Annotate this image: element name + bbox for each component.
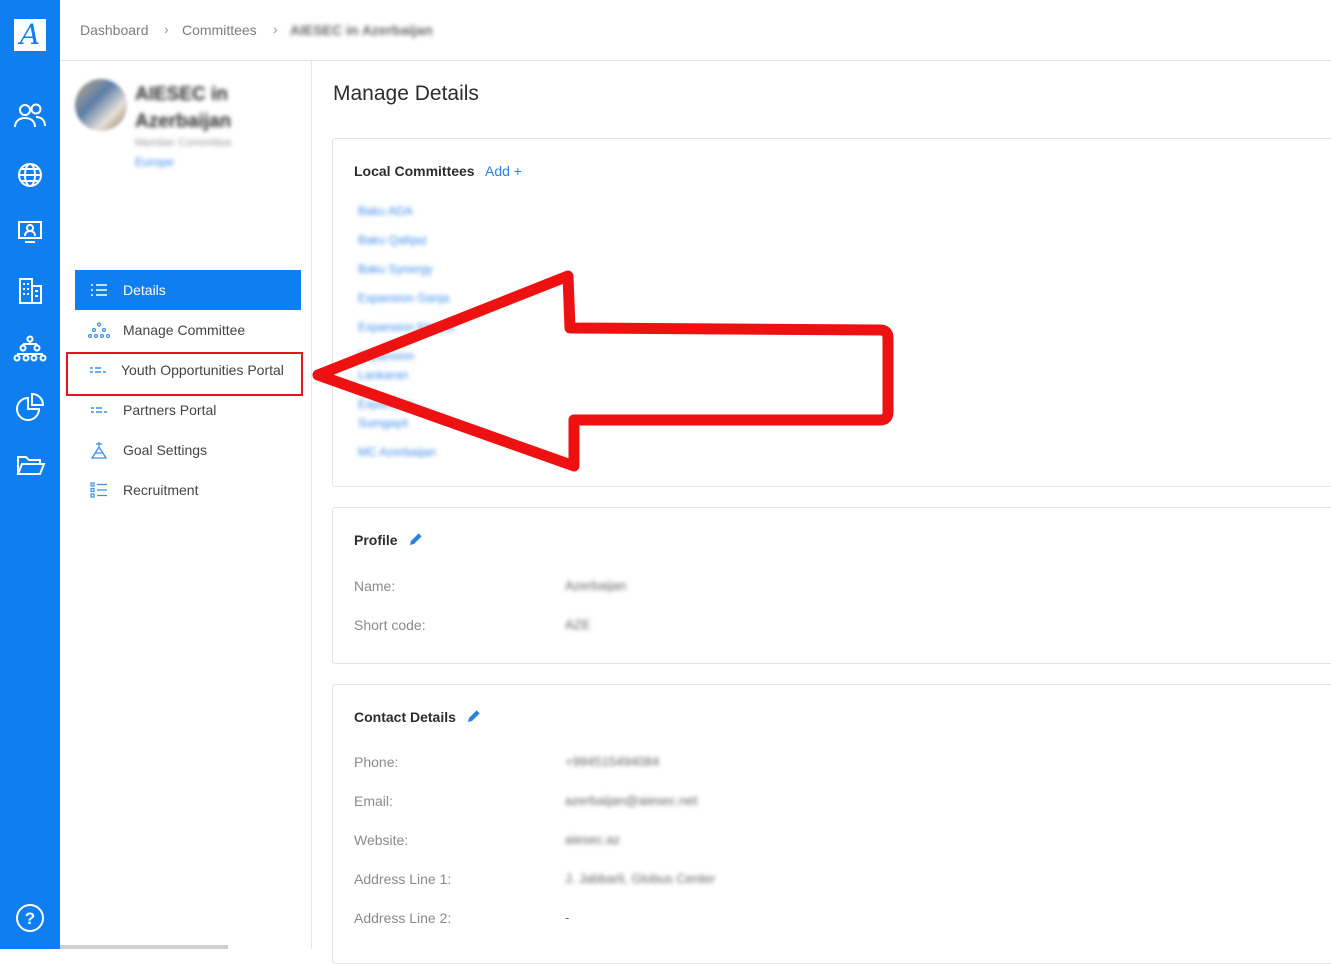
menu-item-label: Manage Committee <box>123 322 246 338</box>
field-value: J. Jabbarli, Globus Center <box>565 871 716 886</box>
committee-region[interactable]: Europe <box>135 155 174 169</box>
field-label: Address Line 1: <box>354 871 452 887</box>
menu-item-label: Details <box>123 282 166 298</box>
contact-details-card: Contact Details Phone: +994515494084 Ema… <box>332 684 1331 964</box>
field-label: Address Line 2: <box>354 910 452 926</box>
field-value: +994515494084 <box>565 754 660 769</box>
field-label: Email: <box>354 793 393 809</box>
add-local-committee-link[interactable]: Add + <box>485 163 522 179</box>
breadcrumb-separator: › <box>273 21 278 37</box>
local-committee-link[interactable]: Baku ADA <box>358 204 413 218</box>
menu-item-label: Partners Portal <box>123 402 217 418</box>
committee-name: AIESEC in Azerbaijan <box>135 84 232 132</box>
partners-portal-icon <box>75 406 123 414</box>
recruitment-icon <box>75 482 123 498</box>
breadcrumb-committees[interactable]: Committees <box>182 22 257 38</box>
menu-item-label: Recruitment <box>123 482 199 498</box>
youth-opportunities-portal-highlight <box>66 352 303 396</box>
globe-icon[interactable] <box>12 157 48 193</box>
menu-item-partners-portal[interactable]: Partners Portal <box>75 390 301 430</box>
field-value: - <box>565 910 570 925</box>
profile-heading: Profile <box>354 532 398 548</box>
folder-open-icon[interactable] <box>12 447 48 483</box>
manage-committee-icon <box>75 322 123 338</box>
annotation-arrow <box>312 270 894 472</box>
committee-panel: AIESEC in Azerbaijan Member Committee Eu… <box>60 61 312 949</box>
breadcrumb-current: AIESEC in Azerbaijan <box>290 22 433 38</box>
field-value: aiesec.az <box>565 832 620 847</box>
monitor-person-icon[interactable] <box>12 214 48 250</box>
app-logo[interactable]: A <box>14 19 46 51</box>
breadcrumb: Dashboard › Committees › AIESEC in Azerb… <box>60 0 1331 61</box>
field-label: Phone: <box>354 754 399 770</box>
org-chart-icon[interactable] <box>12 331 48 367</box>
details-list-icon <box>75 283 123 297</box>
menu-item-manage-committee[interactable]: Manage Committee <box>75 310 301 350</box>
committee-avatar <box>75 79 127 131</box>
field-label: Website: <box>354 832 409 848</box>
help-icon[interactable]: ? <box>12 900 48 936</box>
goal-settings-icon <box>75 441 123 459</box>
pie-chart-icon[interactable] <box>12 389 48 425</box>
breadcrumb-dashboard[interactable]: Dashboard <box>80 22 149 38</box>
profile-card: Profile Name: Azerbaijan Short code: AZE <box>332 507 1331 664</box>
field-value: Azerbaijan <box>565 578 627 593</box>
field-value: azerbaijan@aiesec.net <box>565 793 698 808</box>
horizontal-scrollbar[interactable] <box>60 945 228 949</box>
breadcrumb-separator: › <box>164 21 169 37</box>
building-icon[interactable] <box>12 273 48 309</box>
field-label: Name: <box>354 578 396 594</box>
edit-pencil-icon[interactable] <box>466 708 482 724</box>
app-rail: A ? <box>0 0 60 949</box>
committee-type: Member Committee <box>135 137 232 149</box>
field-value: AZE <box>565 617 591 632</box>
menu-item-goal-settings[interactable]: Goal Settings <box>75 430 301 470</box>
local-committees-heading: Local Committees <box>354 163 475 179</box>
help-label: ? <box>25 909 35 928</box>
field-label: Short code: <box>354 617 426 633</box>
page-title: Manage Details <box>333 82 479 105</box>
menu-item-recruitment[interactable]: Recruitment <box>75 470 301 510</box>
local-committee-link[interactable]: Baku Qafqaz <box>358 233 427 247</box>
edit-pencil-icon[interactable] <box>408 531 424 547</box>
contact-details-heading: Contact Details <box>354 709 456 725</box>
menu-item-details[interactable]: Details <box>75 270 301 310</box>
menu-item-label: Goal Settings <box>123 442 208 458</box>
people-icon[interactable] <box>12 98 48 134</box>
